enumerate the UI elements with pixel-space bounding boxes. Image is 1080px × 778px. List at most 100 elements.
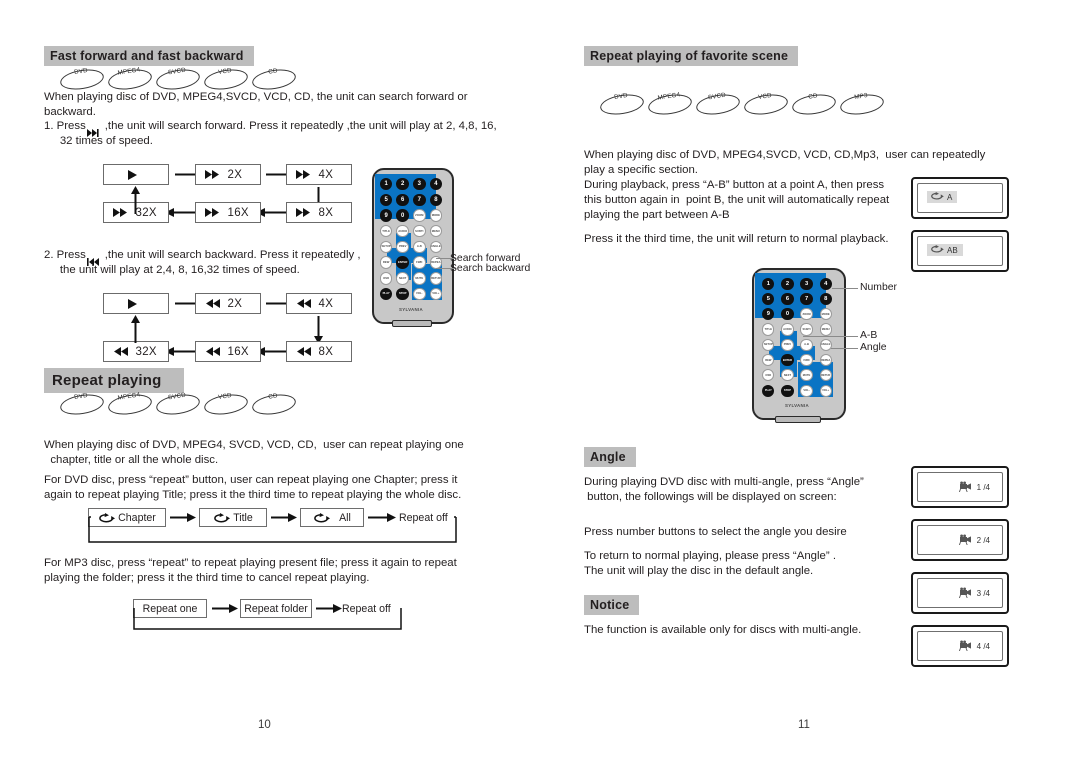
flow-box-ff-16x: 16X xyxy=(195,202,261,223)
remote-button-osd: OSD xyxy=(379,271,393,285)
fast-backward-icon xyxy=(296,299,313,308)
remote-button-play: PLAY xyxy=(762,384,775,397)
disc-badge: MPEG4 xyxy=(646,91,694,118)
fast-forward-inline-icon xyxy=(87,124,99,142)
play-icon xyxy=(127,298,139,309)
osd-label: A xyxy=(947,192,953,202)
remote-button-3: 3 xyxy=(800,277,813,290)
remote-button-8: 8 xyxy=(429,193,443,207)
arrow-up xyxy=(131,186,140,214)
disc-badge: MPEG4 xyxy=(106,391,154,418)
callout-leader-ab xyxy=(803,336,858,337)
fast-forward-icon xyxy=(112,208,130,217)
paragraph-favorite-1: When playing disc of DVD, MPEG4,SVCD, VC… xyxy=(584,149,986,176)
disc-badge: VCD xyxy=(742,91,790,118)
remote-button-vol-: VOL+ xyxy=(819,384,832,397)
remote-button-zoom: ZOOM xyxy=(413,209,426,222)
arrow-up xyxy=(131,315,140,343)
disc-badge-row-fast: DVD MPEG4 SVCD VCD CD xyxy=(58,66,300,93)
disc-badge: DVD xyxy=(58,66,106,93)
remote-button-6: 6 xyxy=(781,292,794,306)
callout-a-b: A-B xyxy=(860,330,878,341)
flow-box-ff-4x: 4X xyxy=(286,164,352,185)
disc-badge: VCD xyxy=(202,66,250,93)
cycle-feedback-path-mp3 xyxy=(133,608,402,630)
paragraph-angle-1: During playing DVD disc with multi-angle… xyxy=(584,476,864,503)
paragraph-angle-2: Press number buttons to select the angle… xyxy=(584,526,847,538)
flow-box-label: 8X xyxy=(318,206,334,219)
tv-screen-angle-1: 1 /4 xyxy=(911,466,1009,508)
flow-box-label: 2X xyxy=(227,168,243,181)
remote-button-next: NEXT xyxy=(781,369,794,382)
remote-button-8: 8 xyxy=(819,292,832,306)
remote-foot xyxy=(775,416,821,423)
remote-button-fwd: FWD xyxy=(800,353,813,367)
paragraph-repeat-3: For MP3 disc, press “repeat” to repeat p… xyxy=(44,557,457,584)
flow-box-label: 16X xyxy=(227,206,249,219)
camera-icon xyxy=(958,587,974,600)
remote-button-a-b: A-B xyxy=(800,338,813,351)
callout-leader-angle xyxy=(831,348,858,349)
osd-label: 1 /4 xyxy=(976,483,990,492)
fast-backward-icon xyxy=(205,347,222,356)
paragraph-notice-1: The function is available only for discs… xyxy=(584,624,862,636)
osd-angle-3: 3 /4 xyxy=(956,586,995,601)
flow-box-ff-2x: 2X xyxy=(195,164,261,185)
remote-button-6: 6 xyxy=(396,193,409,207)
paragraph-repeat-2: For DVD disc, press “repeat” button, use… xyxy=(44,474,462,501)
remote-button-7: 7 xyxy=(413,193,426,207)
flow-box-ff-8x: 8X xyxy=(286,202,352,223)
remote-button-angle: ANGLE xyxy=(429,240,443,254)
flow-box-play xyxy=(103,164,169,185)
disc-badge: CD xyxy=(790,91,838,118)
remote-button-repeat: REPEA xyxy=(819,353,832,367)
osd-label: 4 /4 xyxy=(976,642,990,651)
section-header-angle: Angle xyxy=(584,447,636,468)
disc-badge-row-favorite: DVD MPEG4 SVCD VCD CD MP3 xyxy=(598,91,888,118)
camera-icon xyxy=(958,481,974,494)
callout-number: Number xyxy=(860,282,897,293)
remote-button-vol-: VOL- xyxy=(800,384,813,397)
section-title-repeat-playing: Repeat playing xyxy=(44,368,184,394)
remote-button-angle: ANGLE xyxy=(819,338,832,351)
page-number-right: 11 xyxy=(798,719,810,731)
osd-chip-a: A xyxy=(927,191,958,203)
remote-button-title: TITLE xyxy=(762,323,775,336)
remote-button-prev: PREV xyxy=(781,338,794,351)
manual-page-left: Fast forward and fast backward DVD MPEG4… xyxy=(0,0,540,778)
disc-badge: DVD xyxy=(598,91,646,118)
flow-box-play-2 xyxy=(103,293,169,314)
section-header-fast-forward: Fast forward and fast backward xyxy=(44,46,254,67)
arrow-left xyxy=(165,208,195,217)
paragraph-fast-step1: 1. Press ,the unit will search forward. … xyxy=(44,120,497,147)
remote-button-subtitle: SUBTI xyxy=(413,224,426,238)
osd-label: 2 /4 xyxy=(976,536,990,545)
remote-button-stop: STOP xyxy=(396,287,409,301)
fast-backward-icon xyxy=(296,347,313,356)
remote-button-prev: PREV xyxy=(396,240,409,254)
remote-button-2: 2 xyxy=(781,277,794,290)
remote-button-mode: MODE xyxy=(429,209,443,222)
remote-control-illustration-1: 1 2 3 4 5 6 7 8 9 0 ZOOM MODE TITLE AUDIO SUBTI MENU SET… xyxy=(372,168,454,327)
disc-badge: MP3 xyxy=(838,91,886,118)
flow-box-rew-8x: 8X xyxy=(286,341,352,362)
flow-box-label: 4X xyxy=(318,168,334,181)
tv-screen-osd-a: A xyxy=(911,177,1009,219)
disc-badge: CD xyxy=(250,391,298,418)
callout-angle: Angle xyxy=(860,342,887,353)
disc-badge: MPEG4 xyxy=(106,66,154,93)
tv-screen-angle-2: 2 /4 xyxy=(911,519,1009,561)
remote-foot xyxy=(392,320,432,327)
remote-button-0: 0 xyxy=(781,308,794,321)
flow-box-label: 16X xyxy=(227,345,249,358)
osd-angle-1: 1 /4 xyxy=(956,480,995,495)
manual-page-right: Repeat playing of favorite scene DVD MPE… xyxy=(540,0,1080,778)
section-header-favorite-scene: Repeat playing of favorite scene xyxy=(584,46,799,67)
camera-icon xyxy=(958,640,974,653)
flow-box-rew-32x: 32X xyxy=(103,341,169,362)
flow-box-label: 8X xyxy=(318,345,334,358)
flow-box-label: 2X xyxy=(227,297,243,310)
osd-angle-2: 2 /4 xyxy=(956,533,995,548)
section-header-repeat-playing: Repeat playing xyxy=(44,368,184,394)
arrow-left xyxy=(165,347,195,356)
